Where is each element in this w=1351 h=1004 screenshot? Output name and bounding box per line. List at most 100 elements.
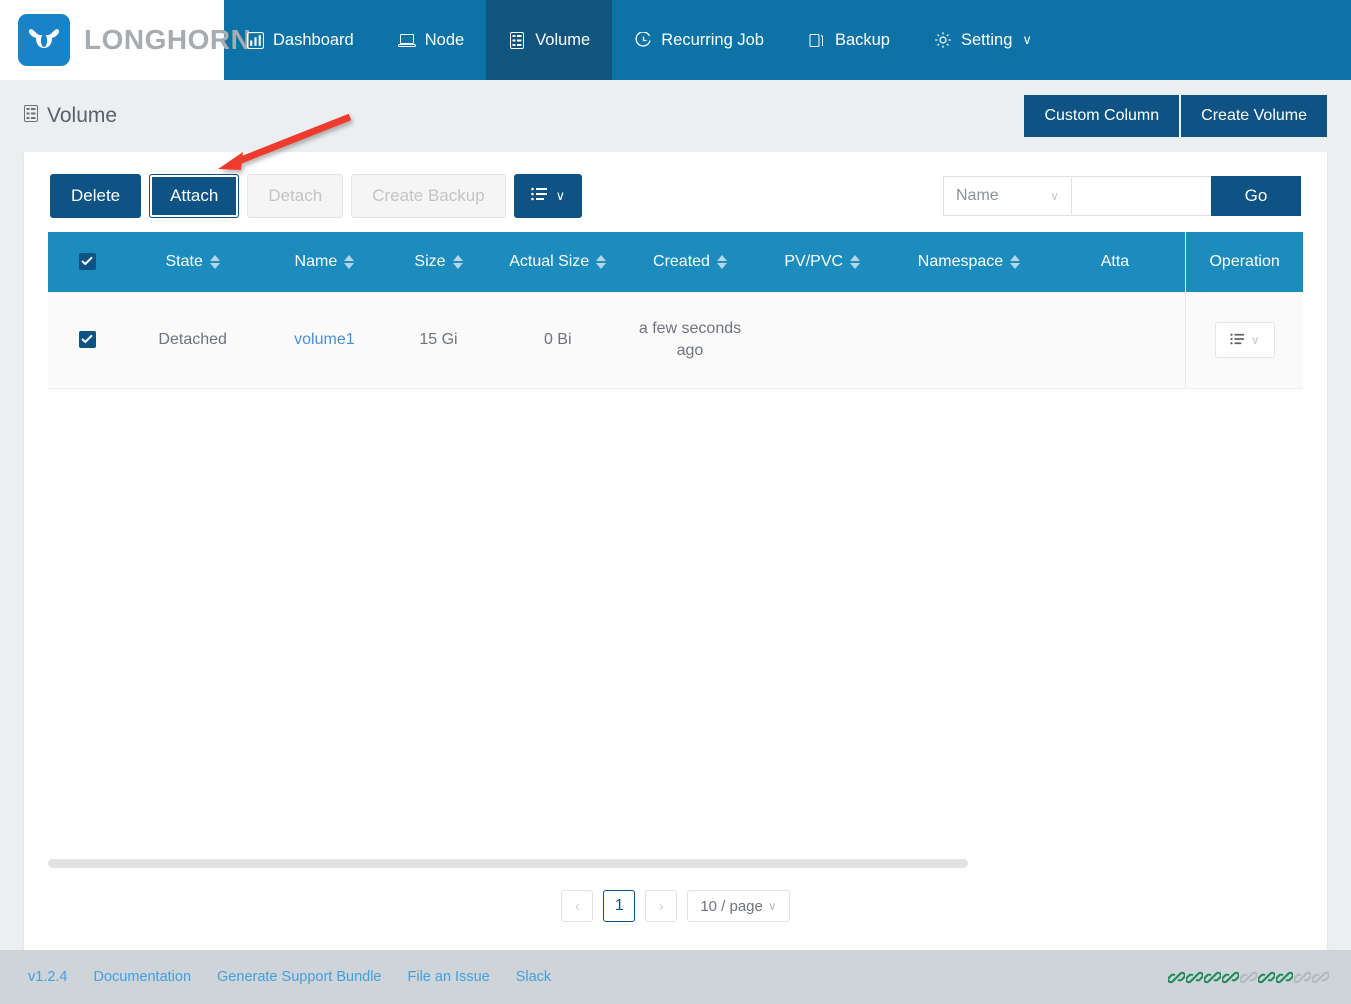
nav-item-label: Volume (535, 30, 591, 49)
page-size-select[interactable]: 10 / page ∨ (687, 890, 790, 922)
scrollbar-thumb[interactable] (48, 859, 968, 868)
nav-item-volume[interactable]: Volume (486, 0, 613, 80)
table-horizontal-scrollbar[interactable] (48, 852, 1303, 874)
nav-item-backup[interactable]: Backup (786, 0, 912, 80)
create-volume-button[interactable]: Create Volume (1181, 95, 1327, 137)
search-input[interactable] (1071, 176, 1211, 217)
brand[interactable]: LONGHORN (0, 0, 251, 80)
select-all-checkbox[interactable] (78, 252, 96, 270)
gear-icon (934, 31, 952, 49)
cell-actual-size: 0 Bi (486, 292, 629, 390)
sort-toggle-icon[interactable] (716, 255, 727, 270)
longhorn-app: LONGHORN Dashboard Node Volume Recurring… (0, 0, 1351, 1004)
attach-button[interactable]: Attach (149, 174, 240, 219)
nav-item-label: Dashboard (273, 30, 354, 49)
row-checkbox[interactable] (78, 330, 96, 348)
footer-link-documentation[interactable]: Documentation (94, 969, 192, 985)
footer-link-file-an-issue[interactable]: File an Issue (407, 969, 489, 985)
column-label: Actual Size (509, 253, 590, 271)
sort-toggle-icon[interactable] (344, 255, 355, 270)
footer-version[interactable]: v1.2.4 (28, 969, 68, 985)
column-header-name[interactable]: Name (258, 232, 391, 293)
column-header-attached-to[interactable]: Atta (1044, 232, 1186, 293)
chevron-down-icon: ∨ (1050, 189, 1059, 204)
column-label: State (165, 253, 203, 271)
list-menu-icon (1230, 332, 1245, 348)
column-header-state[interactable]: State (126, 232, 259, 293)
top-navbar: LONGHORN Dashboard Node Volume Recurring… (0, 0, 1351, 80)
nav-items: Dashboard Node Volume Recurring Job Back… (224, 0, 1054, 80)
table-row[interactable]: Detached volume1 15 Gi 0 Bi a few second… (48, 292, 1303, 390)
database-volume-icon (508, 31, 526, 49)
volume-card: Delete Attach Detach Create Backup ∨ Nam… (24, 152, 1327, 950)
custom-column-button[interactable]: Custom Column (1024, 95, 1180, 137)
copy-backup-icon (808, 31, 826, 49)
footer-links: v1.2.4 Documentation Generate Support Bu… (28, 969, 551, 985)
column-header-size[interactable]: Size (390, 232, 487, 293)
longhorn-bull-icon (18, 14, 70, 66)
nav-item-label: Recurring Job (661, 30, 764, 49)
more-actions-button[interactable]: ∨ (513, 174, 583, 219)
link-icon[interactable] (1276, 969, 1293, 986)
nav-item-label: Setting (961, 30, 1013, 49)
footer-link-slack[interactable]: Slack (516, 969, 551, 985)
column-label: PV/PVC (784, 253, 844, 271)
cell-size: 15 Gi (390, 292, 487, 390)
link-icon[interactable] (1240, 969, 1257, 986)
link-icon[interactable] (1204, 969, 1221, 986)
search-field-label: Name (956, 187, 999, 205)
sort-toggle-icon[interactable] (452, 255, 463, 270)
chevron-down-icon: ∨ (1250, 333, 1260, 348)
link-icon[interactable] (1312, 969, 1329, 986)
row-select-cell (48, 292, 127, 390)
chevron-down-icon: ∨ (555, 187, 566, 203)
sort-toggle-icon[interactable] (1010, 255, 1021, 270)
row-operation-button[interactable]: ∨ (1214, 322, 1275, 359)
volume-link[interactable]: volume1 (294, 331, 354, 348)
column-header-created[interactable]: Created (628, 232, 752, 293)
cell-name: volume1 (258, 292, 391, 390)
search-group: Name ∨ Go (943, 176, 1301, 217)
clock-icon (634, 31, 652, 49)
cell-created: a few seconds ago (628, 292, 752, 390)
column-label: Operation (1209, 253, 1280, 271)
link-icon[interactable] (1258, 969, 1275, 986)
column-header-actual-size[interactable]: Actual Size (486, 232, 629, 293)
nav-item-label: Backup (834, 30, 890, 49)
column-header-namespace[interactable]: Namespace (893, 232, 1045, 293)
nav-item-setting[interactable]: Setting ∨ (912, 0, 1054, 80)
nav-item-recurring-job[interactable]: Recurring Job (612, 0, 786, 80)
create-backup-button: Create Backup (351, 174, 506, 219)
pagination-page-1[interactable]: 1 (603, 890, 636, 922)
cell-namespace (893, 292, 1045, 390)
page-title: Volume (24, 104, 117, 128)
volume-table-wrap: State Name Size Actual Size Created PV/P… (48, 232, 1303, 874)
search-field-select[interactable]: Name ∨ (943, 176, 1071, 217)
sort-toggle-icon[interactable] (850, 255, 861, 270)
table-header-row: State Name Size Actual Size Created PV/P… (48, 232, 1303, 293)
search-go-button[interactable]: Go (1211, 176, 1301, 217)
link-icon[interactable] (1222, 969, 1239, 986)
footer-link-generate-support-bundle[interactable]: Generate Support Bundle (217, 969, 381, 985)
sort-toggle-icon[interactable] (209, 255, 220, 270)
link-icon[interactable] (1168, 969, 1185, 986)
database-volume-icon (24, 104, 38, 128)
table-toolbar: Delete Attach Detach Create Backup ∨ Nam… (24, 152, 1327, 232)
link-icon[interactable] (1294, 969, 1311, 986)
nav-item-dashboard[interactable]: Dashboard (224, 0, 376, 80)
cell-attached-to (1044, 292, 1186, 390)
page-header-actions: Custom Column Create Volume (1024, 95, 1327, 137)
detach-button: Detach (247, 174, 344, 219)
column-header-pv-pvc[interactable]: PV/PVC (751, 232, 894, 293)
column-label: Namespace (917, 253, 1004, 271)
sort-toggle-icon[interactable] (596, 255, 607, 270)
link-icon[interactable] (1186, 969, 1203, 986)
nav-item-node[interactable]: Node (376, 0, 486, 80)
cell-operation: ∨ (1185, 292, 1303, 390)
nav-item-label: Node (424, 30, 465, 49)
delete-button[interactable]: Delete (50, 174, 142, 219)
list-menu-icon (530, 185, 548, 207)
cell-state: Detached (126, 292, 259, 390)
toolbar-actions: Delete Attach Detach Create Backup ∨ (50, 174, 583, 219)
column-label: Name (294, 253, 338, 271)
